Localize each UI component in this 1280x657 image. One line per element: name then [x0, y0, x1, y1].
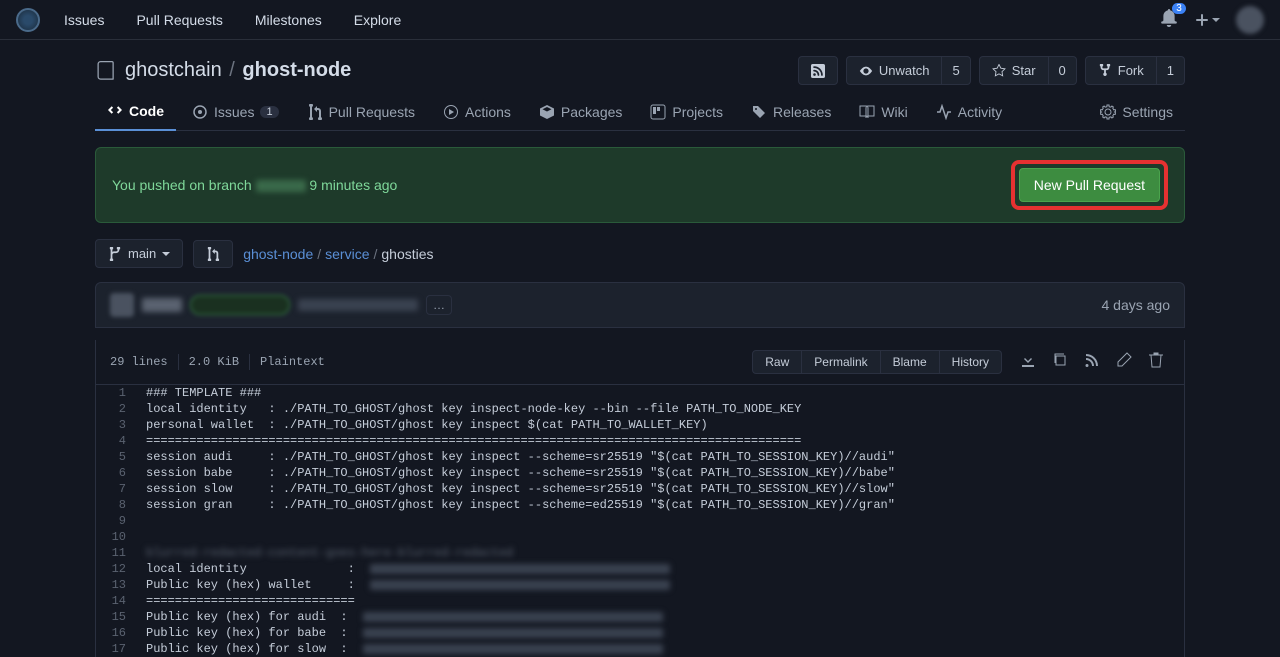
push-alert: You pushed on branch 9 minutes ago New P…: [95, 147, 1185, 223]
code-line: 9: [96, 513, 1184, 529]
commit-time: 4 days ago: [1102, 297, 1171, 313]
star-button[interactable]: Star: [979, 56, 1049, 85]
file-lines: 29 lines: [110, 355, 168, 369]
code-line: 5session audi : ./PATH_TO_GHOST/ghost ke…: [96, 449, 1184, 465]
crumb-last: ghosties: [381, 246, 433, 262]
delete-icon[interactable]: [1142, 348, 1170, 376]
tab-actions[interactable]: Actions: [431, 94, 523, 130]
new-pull-request-button[interactable]: New Pull Request: [1019, 168, 1160, 202]
highlight-box: New Pull Request: [1011, 160, 1168, 210]
repo-path: ghostchain / ghost-node: [125, 59, 351, 82]
file-type: Plaintext: [260, 355, 325, 369]
tab-pull-requests[interactable]: Pull Requests: [295, 94, 427, 130]
code-line: 12local identity :: [96, 561, 1184, 577]
tab-packages[interactable]: Packages: [527, 94, 634, 130]
watch-button[interactable]: Unwatch: [846, 56, 943, 85]
tab-projects[interactable]: Projects: [638, 94, 735, 130]
repo-tabs: Code Issues1 Pull Requests Actions Packa…: [95, 93, 1185, 131]
code-line: 13Public key (hex) wallet :: [96, 577, 1184, 593]
code-line: 2local identity : ./PATH_TO_GHOST/ghost …: [96, 401, 1184, 417]
commit-sign-badge: [190, 295, 290, 315]
code-line: 8session gran : ./PATH_TO_GHOST/ghost ke…: [96, 497, 1184, 513]
commit-expand[interactable]: …: [426, 295, 452, 315]
repo-name[interactable]: ghost-node: [242, 59, 351, 81]
code-line: 1### TEMPLATE ###: [96, 385, 1184, 401]
repo-icon: [95, 61, 115, 81]
file-meta: 29 lines 2.0 KiB Plaintext Raw Permalink…: [95, 340, 1185, 385]
branch-selector[interactable]: main: [95, 239, 183, 268]
repo-owner[interactable]: ghostchain: [125, 59, 222, 81]
code-line: 14=============================: [96, 593, 1184, 609]
compare-button[interactable]: [193, 240, 233, 268]
tab-releases[interactable]: Releases: [739, 94, 843, 130]
rss-file-icon[interactable]: [1078, 348, 1106, 376]
fork-button[interactable]: Fork: [1085, 56, 1157, 85]
repo-header: ghostchain / ghost-node Unwatch 5 Star 0…: [95, 40, 1185, 93]
code-line: 7session slow : ./PATH_TO_GHOST/ghost ke…: [96, 481, 1184, 497]
commit-message[interactable]: [298, 299, 418, 311]
nav-milestones[interactable]: Milestones: [255, 12, 322, 28]
history-button[interactable]: History: [940, 350, 1002, 374]
code-line: 11blurred-redacted-content-goes-here-blu…: [96, 545, 1184, 561]
code-view: 1### TEMPLATE ###2local identity : ./PAT…: [95, 385, 1185, 657]
create-menu[interactable]: [1194, 12, 1220, 28]
code-line: 6session babe : ./PATH_TO_GHOST/ghost ke…: [96, 465, 1184, 481]
blame-button[interactable]: Blame: [881, 350, 940, 374]
code-line: 10: [96, 529, 1184, 545]
download-icon[interactable]: [1014, 348, 1042, 376]
watch-count[interactable]: 5: [942, 56, 970, 85]
permalink-button[interactable]: Permalink: [802, 350, 880, 374]
copy-icon[interactable]: [1046, 348, 1074, 376]
raw-button[interactable]: Raw: [752, 350, 802, 374]
code-line: 15Public key (hex) for audi :: [96, 609, 1184, 625]
edit-icon[interactable]: [1110, 348, 1138, 376]
code-line: 16Public key (hex) for babe :: [96, 625, 1184, 641]
tab-wiki[interactable]: Wiki: [847, 94, 919, 130]
commit-bar: … 4 days ago: [95, 282, 1185, 328]
code-line: 17Public key (hex) for slow :: [96, 641, 1184, 657]
nav-pull-requests[interactable]: Pull Requests: [136, 12, 222, 28]
alert-text: You pushed on branch 9 minutes ago: [112, 177, 397, 193]
user-avatar[interactable]: [1236, 6, 1264, 34]
code-line: 4=======================================…: [96, 433, 1184, 449]
notif-count: 3: [1172, 3, 1186, 14]
notifications-icon[interactable]: 3: [1160, 9, 1178, 30]
breadcrumb: ghost-node/service/ghosties: [243, 246, 433, 262]
topbar: Issues Pull Requests Milestones Explore …: [0, 0, 1280, 40]
file-size: 2.0 KiB: [189, 355, 239, 369]
crumb-root[interactable]: ghost-node: [243, 246, 313, 262]
nav-explore[interactable]: Explore: [354, 12, 401, 28]
crumb-mid[interactable]: service: [325, 246, 369, 262]
code-line: 3personal wallet : ./PATH_TO_GHOST/ghost…: [96, 417, 1184, 433]
commit-avatar[interactable]: [110, 293, 134, 317]
fork-count[interactable]: 1: [1157, 56, 1185, 85]
tab-code[interactable]: Code: [95, 93, 176, 131]
site-logo[interactable]: [16, 8, 40, 32]
rss-button[interactable]: [798, 56, 838, 85]
nav-issues[interactable]: Issues: [64, 12, 104, 28]
tab-issues[interactable]: Issues1: [180, 94, 291, 130]
tab-settings[interactable]: Settings: [1088, 94, 1185, 130]
star-count[interactable]: 0: [1049, 56, 1077, 85]
tab-activity[interactable]: Activity: [924, 94, 1014, 130]
commit-user[interactable]: [142, 298, 182, 312]
